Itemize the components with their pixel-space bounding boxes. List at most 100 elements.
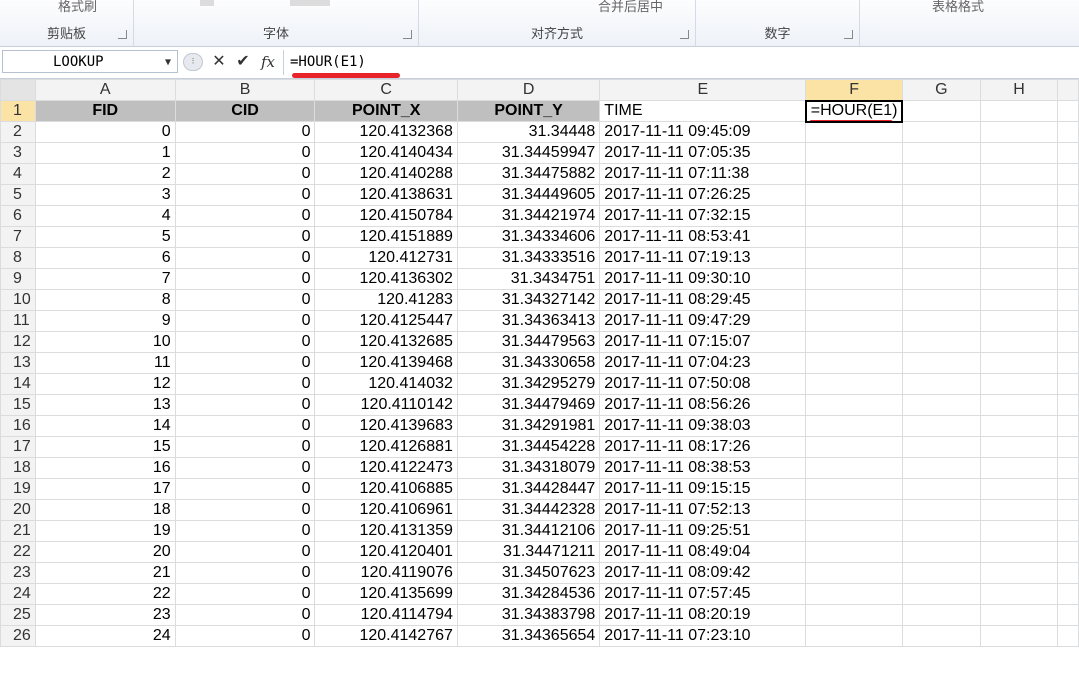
cell[interactable] <box>805 205 903 227</box>
cell[interactable]: 120.4131359 <box>314 520 458 542</box>
worksheet-grid[interactable]: A B C D E F G H 1 FID CID POINT_X POINT_… <box>0 79 1079 647</box>
cell[interactable] <box>1057 142 1079 164</box>
column-header[interactable]: C <box>314 79 458 101</box>
cell[interactable]: 120.4122473 <box>314 457 458 479</box>
cell[interactable]: 0 <box>174 457 316 479</box>
row-header[interactable]: 1 <box>0 100 36 122</box>
cell[interactable]: 31.34291981 <box>456 415 601 437</box>
cell[interactable]: 15 <box>34 436 176 458</box>
dialog-launcher-icon[interactable] <box>844 30 853 39</box>
cell[interactable]: 31.34334606 <box>456 226 601 248</box>
cell[interactable]: 31.34318079 <box>456 457 601 479</box>
cell[interactable]: 120.4150784 <box>314 205 458 227</box>
cell[interactable]: 2 <box>34 163 176 185</box>
cell[interactable] <box>979 247 1059 269</box>
column-header[interactable]: D <box>456 79 601 101</box>
cell[interactable]: 10 <box>34 331 176 353</box>
cell[interactable] <box>1057 226 1079 248</box>
cell[interactable]: 120.4136302 <box>314 268 458 290</box>
column-header[interactable] <box>1057 79 1079 101</box>
cell[interactable]: 120.4140434 <box>314 142 458 164</box>
cell[interactable] <box>979 604 1059 626</box>
cell[interactable]: 22 <box>34 583 176 605</box>
row-header[interactable]: 7 <box>0 226 36 248</box>
cell[interactable]: 120.4135699 <box>314 583 458 605</box>
row-header[interactable]: 23 <box>0 562 36 584</box>
cell[interactable]: 31.34330658 <box>456 352 601 374</box>
cell[interactable]: 120.4139683 <box>314 415 458 437</box>
cell[interactable] <box>979 499 1059 521</box>
cell[interactable] <box>901 100 981 122</box>
cell[interactable] <box>901 373 981 395</box>
cell[interactable]: 31.34412106 <box>456 520 601 542</box>
cell[interactable] <box>901 289 981 311</box>
cell[interactable] <box>805 373 903 395</box>
cell[interactable] <box>979 520 1059 542</box>
cell[interactable] <box>979 436 1059 458</box>
cell[interactable] <box>901 142 981 164</box>
cell[interactable]: 120.4139468 <box>314 352 458 374</box>
cell[interactable]: 0 <box>174 562 316 584</box>
cell[interactable]: 0 <box>174 436 316 458</box>
row-header[interactable]: 4 <box>0 163 36 185</box>
cell[interactable] <box>1057 184 1079 206</box>
cell[interactable] <box>1057 394 1079 416</box>
select-all-corner[interactable] <box>0 79 36 101</box>
row-header[interactable]: 10 <box>0 289 36 311</box>
cell[interactable]: 1 <box>34 142 176 164</box>
cell[interactable] <box>805 436 903 458</box>
cell[interactable]: 0 <box>174 310 316 332</box>
row-header[interactable]: 6 <box>0 205 36 227</box>
cell[interactable] <box>901 394 981 416</box>
cell[interactable]: POINT_Y <box>456 100 601 122</box>
cell[interactable] <box>805 457 903 479</box>
row-header[interactable]: 16 <box>0 415 36 437</box>
dialog-launcher-icon[interactable] <box>403 30 412 39</box>
cell[interactable]: 120.4132368 <box>314 121 458 143</box>
cell[interactable]: 0 <box>174 268 316 290</box>
cell[interactable] <box>805 415 903 437</box>
cell[interactable]: 0 <box>174 184 316 206</box>
cell[interactable] <box>1057 604 1079 626</box>
cell[interactable]: 31.34295279 <box>456 373 601 395</box>
cell[interactable] <box>1057 478 1079 500</box>
cell[interactable]: 0 <box>174 205 316 227</box>
cell[interactable]: 16 <box>34 457 176 479</box>
cell[interactable] <box>979 289 1059 311</box>
row-header[interactable]: 5 <box>0 184 36 206</box>
cell[interactable]: 2017-11-11 07:15:07 <box>599 331 807 353</box>
cell[interactable]: 2017-11-11 08:53:41 <box>599 226 807 248</box>
cell[interactable] <box>1057 562 1079 584</box>
cell[interactable] <box>805 268 903 290</box>
cell[interactable]: 0 <box>174 625 316 647</box>
cell[interactable] <box>805 121 903 143</box>
cell[interactable]: POINT_X <box>314 100 458 122</box>
row-header[interactable]: 22 <box>0 541 36 563</box>
cell[interactable]: CID <box>174 100 316 122</box>
cell[interactable] <box>805 184 903 206</box>
cell[interactable]: 0 <box>174 226 316 248</box>
cell[interactable]: 0 <box>174 478 316 500</box>
cell[interactable]: 120.412731 <box>314 247 458 269</box>
cell[interactable] <box>1057 625 1079 647</box>
column-header[interactable]: E <box>599 79 807 101</box>
cell[interactable]: 31.34421974 <box>456 205 601 227</box>
cell[interactable]: 0 <box>174 394 316 416</box>
cell[interactable] <box>805 142 903 164</box>
cell[interactable]: 4 <box>34 205 176 227</box>
cell[interactable] <box>979 352 1059 374</box>
cell[interactable] <box>805 625 903 647</box>
cell[interactable]: 31.34475882 <box>456 163 601 185</box>
cell[interactable]: 31.3434751 <box>456 268 601 290</box>
cell[interactable] <box>901 499 981 521</box>
cell[interactable] <box>979 478 1059 500</box>
cell[interactable] <box>979 205 1059 227</box>
cell[interactable]: 31.34448 <box>456 121 601 143</box>
active-cell[interactable]: =HOUR(E1) <box>804 99 904 123</box>
cell[interactable] <box>979 331 1059 353</box>
row-header[interactable]: 11 <box>0 310 36 332</box>
cell[interactable] <box>901 415 981 437</box>
cell[interactable]: 6 <box>34 247 176 269</box>
cell[interactable]: 2017-11-11 07:19:13 <box>599 247 807 269</box>
cell[interactable]: 8 <box>34 289 176 311</box>
